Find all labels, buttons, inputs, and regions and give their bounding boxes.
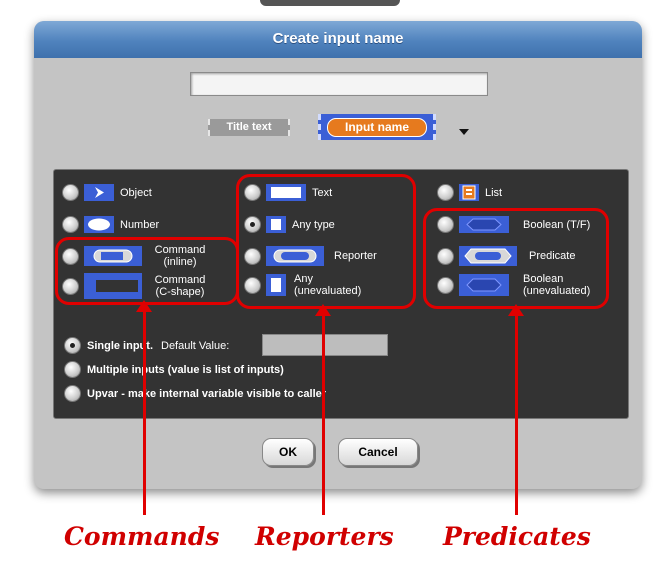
cancel-button[interactable]: Cancel (338, 438, 418, 466)
dialog-title: Create input name (272, 30, 404, 47)
dialog-title-bar[interactable]: Create input name (34, 21, 642, 58)
input-name-field[interactable] (190, 72, 488, 96)
radio-number[interactable] (62, 216, 79, 233)
reporters-caption: Reporters (255, 522, 394, 551)
commands-caption: Commands (64, 522, 220, 551)
object-arrow-icon (84, 184, 114, 201)
number-slot-icon (84, 216, 114, 233)
number-label: Number (120, 218, 160, 231)
arity-option-single[interactable]: Single input. Default Value: (64, 337, 229, 354)
radio-object[interactable] (62, 184, 79, 201)
type-option-object[interactable]: Object (62, 184, 152, 201)
radio-upvar[interactable] (64, 385, 81, 402)
default-value-label: Default Value: (161, 339, 230, 352)
type-dropdown-arrow-icon[interactable] (459, 129, 469, 135)
title-text-button[interactable]: Title text (208, 119, 290, 136)
ok-button[interactable]: OK (262, 438, 314, 466)
arity-option-upvar[interactable]: Upvar - make internal variable visible t… (64, 385, 326, 402)
list-label: List (485, 186, 503, 199)
arity-option-multiple[interactable]: Multiple inputs (value is list of inputs… (64, 361, 284, 378)
input-name-label: Input name (327, 118, 427, 137)
type-option-number[interactable]: Number (62, 216, 159, 233)
radio-single-input[interactable] (64, 337, 81, 354)
reporters-arrow (315, 304, 331, 515)
predicates-caption: Predicates (443, 522, 591, 551)
multiple-inputs-label: Multiple inputs (value is list of inputs… (87, 363, 284, 376)
reporters-highlight (236, 174, 416, 309)
radio-list[interactable] (437, 184, 454, 201)
input-name-button[interactable]: Input name (318, 114, 436, 140)
commands-arrow (136, 300, 152, 515)
radio-multiple-inputs[interactable] (64, 361, 81, 378)
window-top-edge (260, 0, 400, 6)
default-value-field[interactable] (262, 334, 388, 356)
predicates-arrow (508, 304, 524, 515)
type-option-list[interactable]: List (437, 184, 502, 201)
list-icon (459, 184, 479, 201)
object-label: Object (120, 186, 152, 199)
predicates-highlight (423, 208, 609, 309)
commands-highlight (55, 237, 239, 305)
upvar-label: Upvar - make internal variable visible t… (87, 387, 327, 400)
